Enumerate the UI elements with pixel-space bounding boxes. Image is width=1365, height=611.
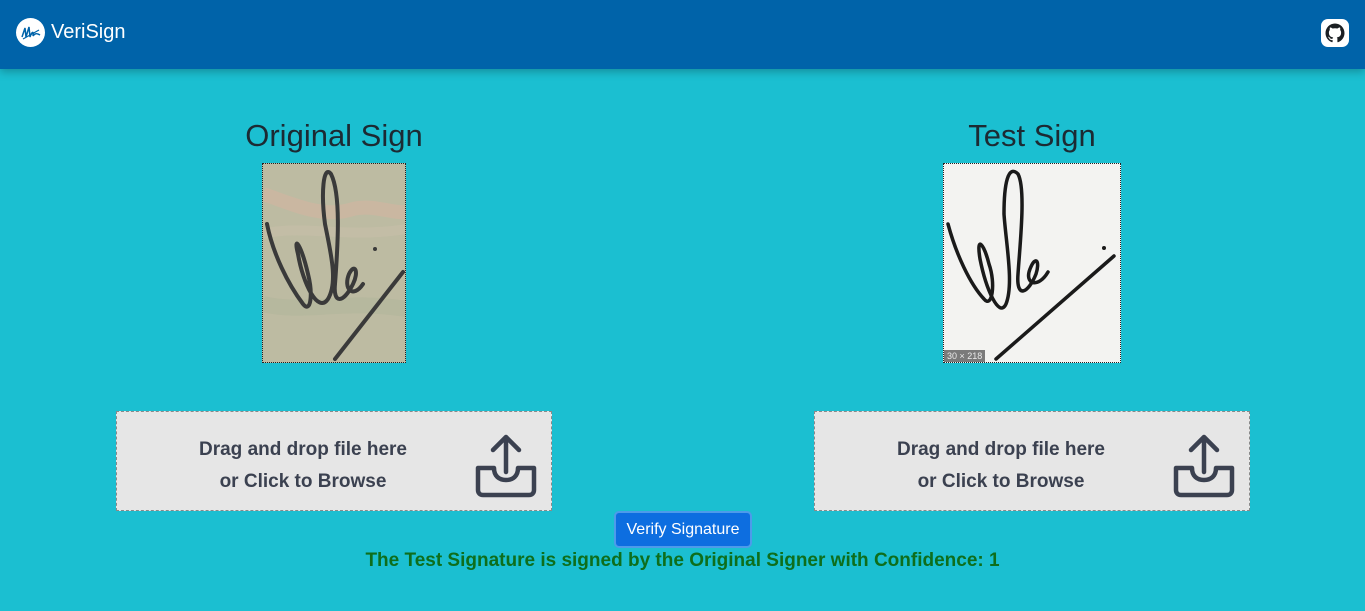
navbar: VeriSign	[0, 0, 1365, 69]
brand-name: VeriSign	[51, 21, 126, 43]
verification-result: The Test Signature is signed by the Orig…	[365, 550, 1000, 571]
image-dimension-badge: 30 × 218	[944, 350, 986, 362]
upload-icon	[475, 434, 537, 498]
original-signature-image	[262, 163, 406, 363]
dropzone-line1: Drag and drop file here	[897, 439, 1105, 460]
dropzone-line2: or Click to Browse	[917, 471, 1085, 492]
original-dropzone[interactable]: Drag and drop file here or Click to Brow…	[116, 411, 552, 511]
dropzone-line1: Drag and drop file here	[199, 439, 407, 460]
test-sign-title: Test Sign	[968, 118, 1096, 153]
signature-logo-icon	[16, 18, 45, 47]
upload-icon	[1173, 434, 1235, 498]
test-dropzone[interactable]: Drag and drop file here or Click to Brow…	[814, 411, 1250, 511]
original-dropzone-text: Drag and drop file here or Click to Brow…	[117, 434, 489, 498]
verify-signature-button[interactable]: Verify Signature	[614, 511, 752, 548]
brand-link[interactable]: VeriSign	[16, 18, 126, 47]
test-dropzone-text: Drag and drop file here or Click to Brow…	[815, 434, 1187, 498]
test-signature-image: 30 × 218	[943, 163, 1121, 363]
dropzone-line2: or Click to Browse	[219, 471, 387, 492]
github-icon[interactable]	[1321, 19, 1349, 47]
original-sign-title: Original Sign	[245, 118, 423, 153]
